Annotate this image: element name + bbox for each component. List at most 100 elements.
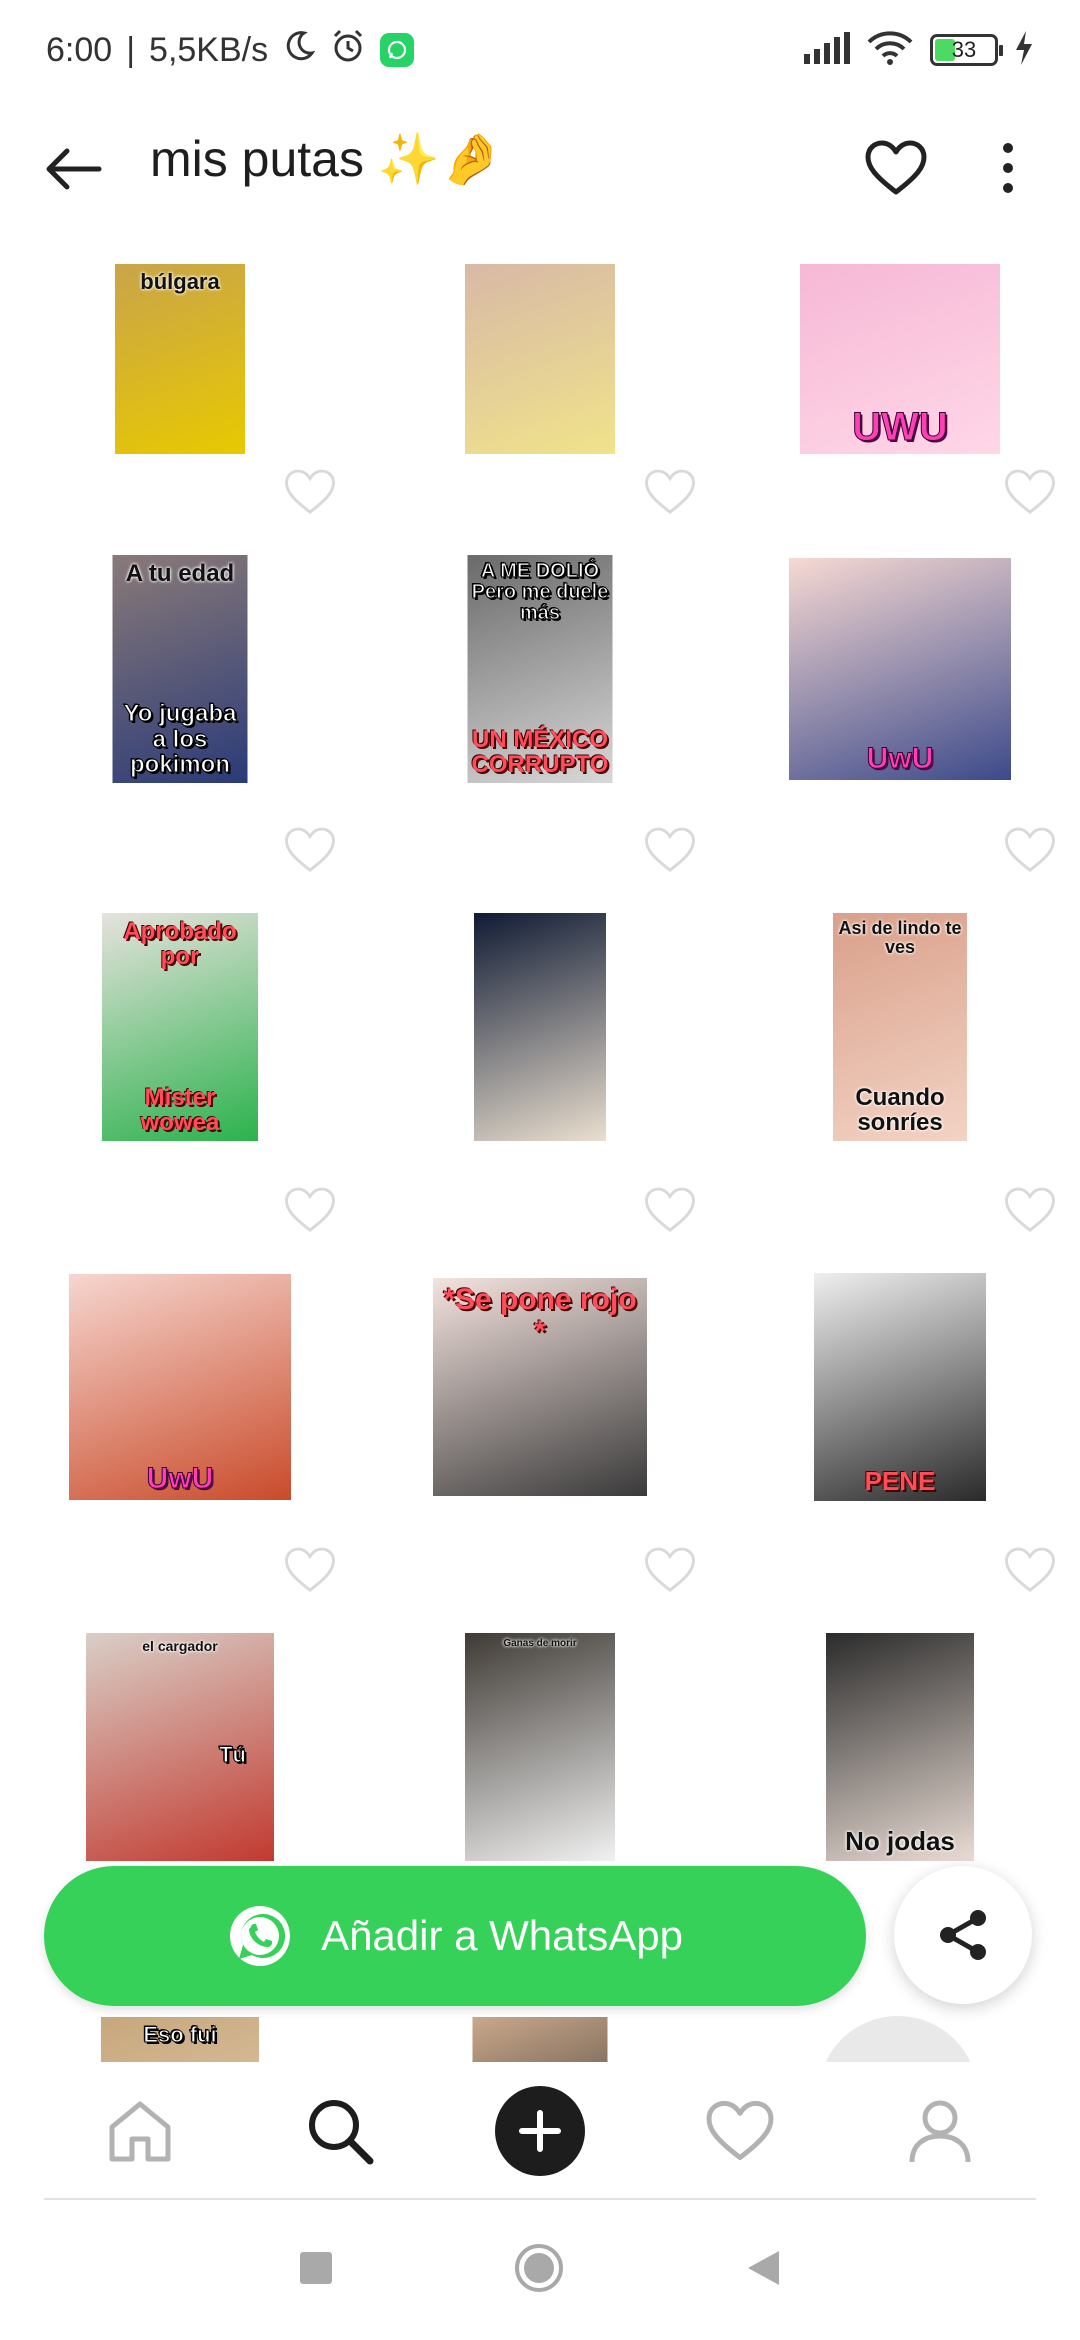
signal-icon (804, 31, 850, 69)
sticker-top-caption: A ME DOLIÓ Pero me duele más (471, 560, 609, 624)
heart-outline-icon (285, 1547, 335, 1592)
sticker-top-caption: Aprobado por (123, 918, 237, 971)
sticker-cell[interactable]: UwU (0, 1187, 360, 1566)
heart-outline-icon (645, 469, 695, 514)
sticker-cell[interactable]: UwU (720, 469, 1080, 848)
sticker-image: Eso fui (101, 2017, 259, 2062)
network-speed: 5,5KB/s (149, 30, 269, 69)
favorite-pack-button[interactable] (858, 130, 934, 206)
sticker-favorite-button[interactable] (1004, 826, 1056, 878)
more-options-button[interactable] (980, 130, 1036, 206)
add-icon (495, 2086, 585, 2176)
heart-outline-icon (865, 140, 927, 195)
sticker-cell[interactable]: PENE (720, 1187, 1080, 1566)
home-circle-icon[interactable] (513, 2242, 565, 2299)
sticker-image: UWU (800, 264, 1000, 454)
heart-outline-icon (645, 1187, 695, 1232)
home-icon (109, 2101, 171, 2162)
more-dot (1003, 183, 1013, 193)
sticker-cell[interactable]: Asi de lindo te ves Cuando sonríes (720, 827, 1080, 1206)
system-nav-bar (0, 2200, 1080, 2340)
status-left: 6:00 | 5,5KB/s (46, 28, 415, 73)
add-to-whatsapp-button[interactable]: Añadir a WhatsApp (44, 1866, 866, 2006)
sticker-favorite-button[interactable] (1004, 1546, 1056, 1598)
more-dot (1003, 163, 1013, 173)
sticker-image: Asi de lindo te ves Cuando sonríes (833, 913, 967, 1141)
status-time: 6:00 (46, 30, 113, 69)
sticker-top-caption: búlgara (140, 269, 220, 294)
heart-outline-icon (645, 827, 695, 872)
sticker-top-caption: A tu edad (125, 560, 235, 587)
wifi-icon (866, 30, 914, 71)
sticker-image: Aprobado por Mister wowea (102, 913, 258, 1141)
sticker-favorite-button[interactable] (644, 1186, 696, 1238)
sticker-favorite-button[interactable] (1004, 468, 1056, 520)
bottom-nav (0, 2062, 1080, 2200)
sticker-image: *Se pone rojo * (433, 1278, 647, 1496)
whatsapp-notification-icon (380, 33, 415, 67)
sticker-bottom-caption: UwU (146, 1461, 214, 1495)
sticker-favorite-button[interactable] (644, 1546, 696, 1598)
battery-icon: 33 (930, 34, 1003, 66)
charging-icon (1014, 30, 1034, 70)
sticker-favorite-button[interactable] (284, 1186, 336, 1238)
search-icon (309, 2100, 374, 2165)
moon-icon (282, 29, 316, 72)
heart-outline-icon (285, 469, 335, 514)
status-separator: | (126, 30, 136, 69)
app-header: mis putas ✨🤌 (0, 112, 1080, 242)
sticker-bottom-caption: UWU (852, 405, 949, 449)
back-button[interactable] (38, 134, 108, 204)
sticker-grid[interactable]: búlgara UWU A tu edad Yo jugaba a los pokim… (0, 232, 1080, 2062)
profile-icon (909, 2100, 971, 2163)
nav-search[interactable] (286, 2077, 394, 2185)
sticker-side-caption: Tú (219, 1741, 247, 1767)
add-to-whatsapp-label: Añadir a WhatsApp (321, 1912, 683, 1959)
more-vertical-icon (1003, 143, 1013, 153)
battery-level: 33 (951, 37, 977, 62)
sticker-cell[interactable]: *Se pone rojo * (360, 1187, 720, 1566)
nav-home[interactable] (86, 2077, 194, 2185)
sticker-bottom-caption: Yo jugaba a los pokimon (123, 700, 237, 778)
sticker-favorite-button[interactable] (644, 468, 696, 520)
sticker-top-caption: Eso fui (143, 2022, 217, 2047)
sticker-image: el cargador Tú (86, 1633, 274, 1861)
heart-outline-icon (1005, 1547, 1055, 1592)
back-triangle-icon[interactable] (745, 2249, 781, 2292)
sticker-favorite-button[interactable] (644, 826, 696, 878)
sticker-image: No jodas (826, 1633, 974, 1861)
heart-outline-icon (1005, 827, 1055, 872)
heart-outline-icon (1005, 469, 1055, 514)
heart-icon (706, 2100, 774, 2161)
status-bar: 6:00 | 5,5KB/s 33 (0, 0, 1080, 100)
whatsapp-icon (230, 1906, 291, 1966)
sticker-favorite-button[interactable] (284, 826, 336, 878)
sticker-image (474, 913, 606, 1141)
share-button[interactable] (894, 1866, 1032, 2004)
heart-outline-icon (285, 827, 335, 872)
sticker-cell[interactable] (360, 827, 720, 1206)
sticker-favorite-button[interactable] (1004, 1186, 1056, 1238)
sticker-image: PENE (814, 1273, 986, 1501)
sticker-cell[interactable]: Aprobado por Mister wowea (0, 827, 360, 1206)
sticker-bottom-caption: No jodas (845, 1825, 955, 1856)
sticker-image (465, 264, 615, 454)
nav-favorites[interactable] (686, 2077, 794, 2185)
sticker-top-caption: el cargador (142, 1638, 218, 1654)
sticker-top-caption: *Se pone rojo * (443, 1283, 637, 1348)
arrow-left-icon (46, 148, 102, 190)
alarm-icon (330, 28, 366, 73)
sticker-image: UwU (69, 1274, 291, 1500)
sticker-favorite-button[interactable] (284, 468, 336, 520)
sticker-bottom-caption: Mister wowea (140, 1083, 220, 1136)
sticker-cell[interactable]: A tu edad Yo jugaba a los pokimon (0, 469, 360, 848)
status-right: 33 (804, 30, 1034, 71)
sticker-bottom-caption: UN MÉXICO CORRUPTO (471, 725, 609, 778)
sticker-favorite-button[interactable] (284, 1546, 336, 1598)
sticker-image: Ganas de morir (465, 1633, 615, 1861)
sticker-top-caption: Asi de lindo te ves (838, 918, 962, 957)
recents-square-icon[interactable] (299, 2251, 333, 2290)
nav-add[interactable] (486, 2077, 594, 2185)
sticker-cell[interactable]: A ME DOLIÓ Pero me duele más UN MÉXICO CO… (360, 469, 720, 848)
nav-profile[interactable] (886, 2077, 994, 2185)
